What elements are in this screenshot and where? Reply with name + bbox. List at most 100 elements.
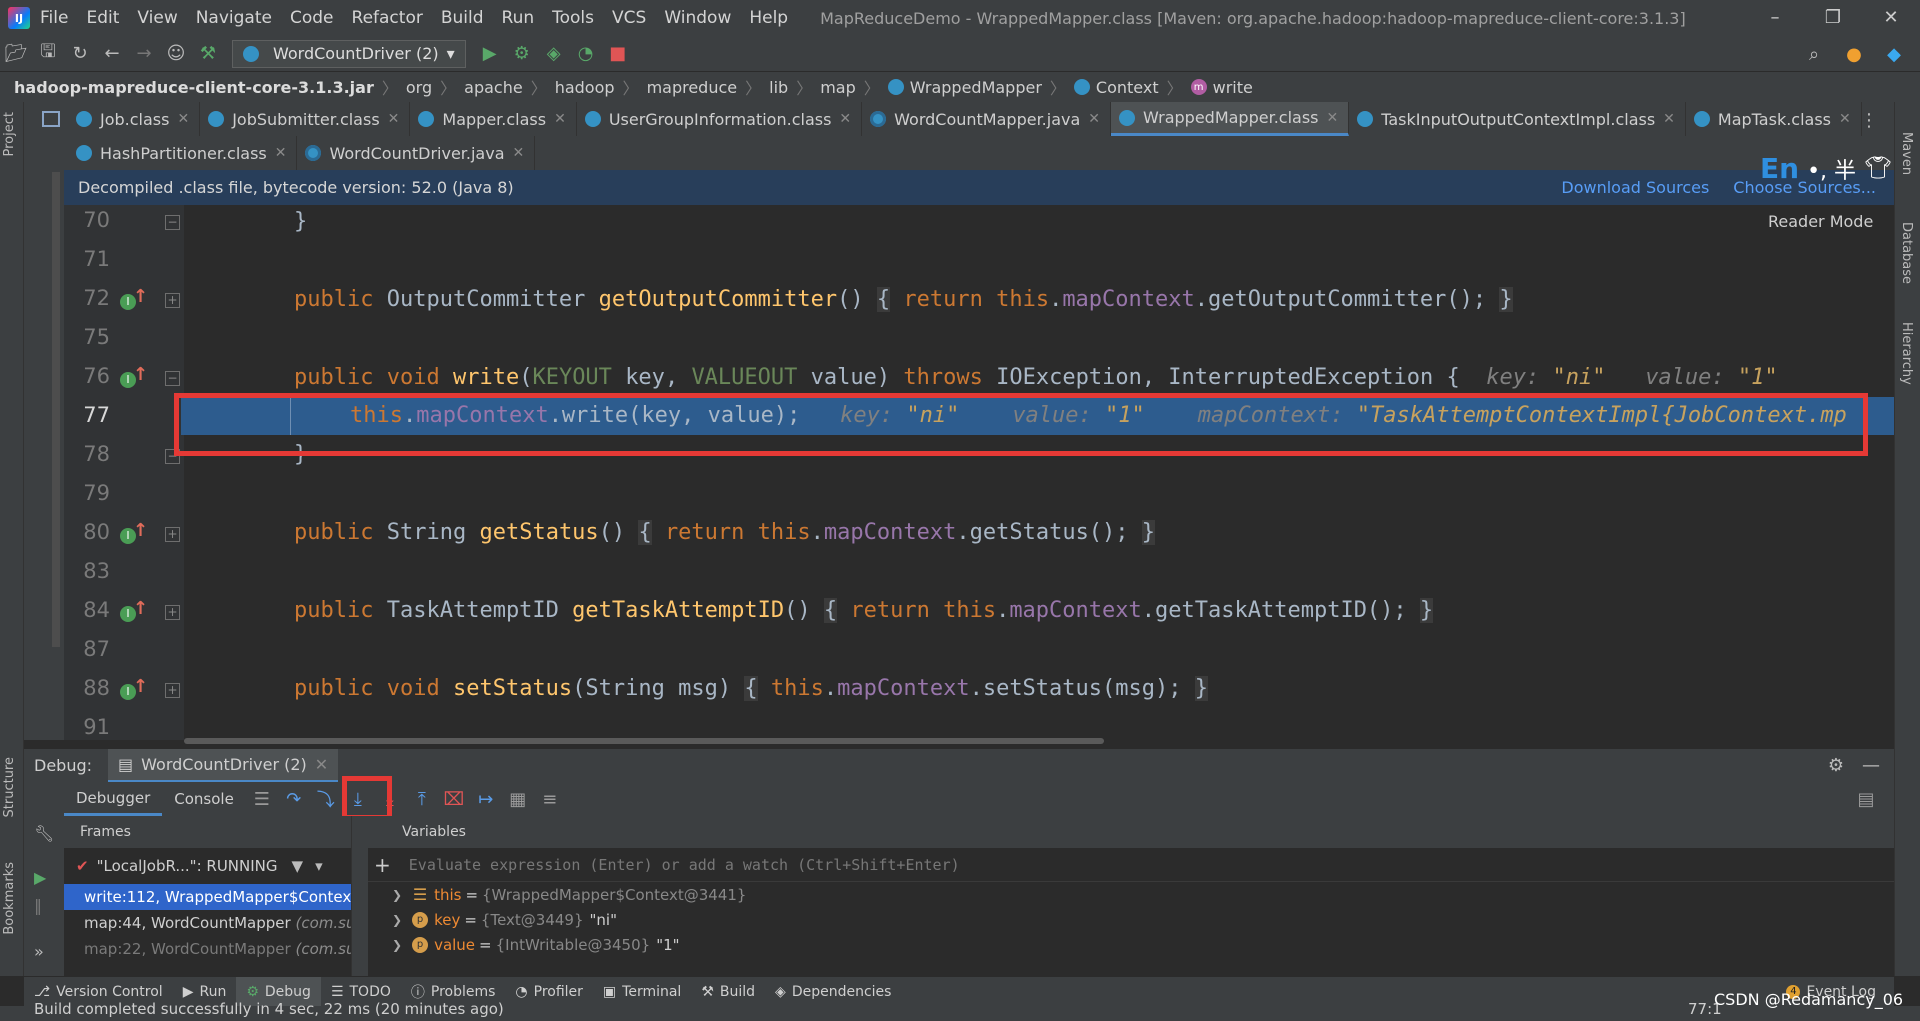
breadcrumb-package[interactable]: apache	[464, 78, 523, 97]
variable-row[interactable]: ❯ p key = {Text@3449} "ni"	[368, 907, 1894, 932]
menu-vcs[interactable]: VCS	[612, 8, 646, 28]
code-editor[interactable]: } public OutputCommitter getOutputCommit…	[184, 205, 1894, 740]
tab-wrappedmapper-class[interactable]: WrappedMapper.class ✕	[1111, 102, 1350, 136]
show-execution-point-icon[interactable]: ↷	[279, 785, 309, 813]
fold-marker[interactable]: +	[165, 293, 180, 308]
breadcrumb-package[interactable]: org	[406, 78, 432, 97]
close-tab-icon[interactable]: ✕	[1663, 111, 1675, 127]
forward-arrow-icon[interactable]: →	[130, 40, 158, 68]
menu-code[interactable]: Code	[290, 8, 334, 28]
fold-marker[interactable]: +	[165, 683, 180, 698]
close-tab-icon[interactable]: ✕	[388, 111, 400, 127]
add-watch-icon[interactable]: +	[374, 853, 391, 877]
trace-stream-icon[interactable]: ≡	[535, 785, 565, 813]
sync-icon[interactable]: ↻	[66, 40, 94, 68]
project-scrollbar[interactable]	[52, 172, 60, 647]
menu-refactor[interactable]: Refactor	[352, 8, 423, 28]
tool-dependencies[interactable]: ◈ Dependencies	[765, 977, 901, 1007]
project-tool-button[interactable]: Project	[2, 112, 17, 156]
chevron-down-icon[interactable]: ▾	[315, 857, 323, 875]
tab-usergroupinformation-class[interactable]: UserGroupInformation.class ✕	[577, 102, 863, 136]
restore-icon[interactable]: ❐	[1804, 0, 1862, 36]
update-icon[interactable]: ●	[1840, 40, 1868, 68]
breadcrumb-jar[interactable]: hadoop-mapreduce-client-core-3.1.3.jar	[14, 78, 374, 97]
resume-icon[interactable]: ▶	[34, 868, 46, 887]
tool-terminal[interactable]: ▣ Terminal	[593, 977, 691, 1007]
back-arrow-icon[interactable]: ←	[98, 40, 126, 68]
stack-frame[interactable]: write:112, WrappedMapper$Context	[64, 884, 351, 910]
menu-run[interactable]: Run	[502, 8, 535, 28]
close-tab-icon[interactable]: ✕	[275, 145, 287, 161]
stack-frame[interactable]: map:22, WordCountMapper (com.su	[64, 936, 351, 962]
menu-navigate[interactable]: Navigate	[196, 8, 272, 28]
tool-profiler[interactable]: ◔ Profiler	[505, 977, 593, 1007]
tab-wordcountdriver-java[interactable]: WordCountDriver.java ✕	[297, 136, 536, 170]
variable-row[interactable]: ❯ ☰ this = {WrappedMapper$Context@3441}	[368, 882, 1894, 907]
tab-hashpartitioner-class[interactable]: HashPartitioner.class ✕	[68, 136, 298, 170]
menu-build[interactable]: Build	[441, 8, 484, 28]
step-over-icon[interactable]: ⤵	[311, 785, 341, 813]
profile-icon[interactable]: ◔	[572, 40, 600, 68]
close-tab-icon[interactable]: ✕	[1839, 111, 1851, 127]
tab-mapper-class[interactable]: Mapper.class ✕	[410, 102, 577, 136]
hierarchy-tool-button[interactable]: Hierarchy	[1899, 322, 1914, 385]
breadcrumb-package[interactable]: mapreduce	[647, 78, 738, 97]
breadcrumb-package[interactable]: hadoop	[555, 78, 615, 97]
thread-select[interactable]: ✔ "LocalJobR...": RUNNING ▼ ▾	[64, 848, 351, 884]
tab-taskinputoutputcontextimpl-class[interactable]: TaskInputOutputContextImpl.class ✕	[1349, 102, 1686, 136]
overrides-arrow-icon[interactable]: ↑	[133, 598, 148, 619]
overrides-arrow-icon[interactable]: ↑	[133, 286, 148, 307]
fold-marker[interactable]: −	[165, 371, 180, 386]
breadcrumb-package[interactable]: map	[820, 78, 856, 97]
tab-console[interactable]: Console	[162, 782, 246, 816]
editor-horizontal-scrollbar[interactable]	[184, 738, 1104, 744]
menu-help[interactable]: Help	[749, 8, 788, 28]
expand-more-icon[interactable]: »	[34, 942, 44, 961]
run-icon[interactable]: ▶	[476, 40, 504, 68]
close-tab-icon[interactable]: ✕	[315, 755, 328, 774]
tab-debugger[interactable]: Debugger	[64, 782, 163, 816]
debug-icon[interactable]: ⚙	[508, 40, 536, 68]
show-frames-menu-icon[interactable]: ☰	[247, 785, 277, 813]
expand-arrow-icon[interactable]: ❯	[392, 938, 402, 952]
coverage-icon[interactable]: ◈	[540, 40, 568, 68]
evaluate-expression-input[interactable]: + Evaluate expression (Enter) or add a w…	[368, 848, 1894, 882]
tab-job-class[interactable]: Job.class ✕	[68, 102, 201, 136]
structure-tool-button[interactable]: Structure	[2, 757, 17, 817]
minimize-icon[interactable]: –	[1746, 0, 1804, 36]
close-icon[interactable]: ✕	[1862, 0, 1920, 36]
save-all-icon[interactable]: 🖫︎	[34, 40, 62, 68]
step-out-icon[interactable]: ⤒	[407, 785, 437, 813]
breadcrumb-class[interactable]: WrappedMapper	[887, 78, 1042, 97]
evaluate-expression-icon[interactable]: ▦	[503, 785, 533, 813]
menu-edit[interactable]: Edit	[86, 8, 119, 28]
drop-frame-icon[interactable]: ⌧	[439, 785, 469, 813]
frames-scrollbar[interactable]	[352, 816, 368, 976]
expand-arrow-icon[interactable]: ❯	[392, 888, 402, 902]
close-tab-icon[interactable]: ✕	[1088, 111, 1100, 127]
bookmarks-tool-button[interactable]: Bookmarks	[2, 862, 17, 935]
overrides-arrow-icon[interactable]: ↑	[133, 364, 148, 385]
expand-arrow-icon[interactable]: ❯	[392, 913, 402, 927]
toolbox-icon[interactable]: ◆	[1880, 40, 1908, 68]
tab-maptask-class[interactable]: MapTask.class ✕	[1686, 102, 1862, 136]
tab-jobsubmitter-class[interactable]: JobSubmitter.class ✕	[200, 102, 411, 136]
overrides-arrow-icon[interactable]: ↑	[133, 676, 148, 697]
menu-tools[interactable]: Tools	[552, 8, 594, 28]
close-tab-icon[interactable]: ✕	[177, 111, 189, 127]
stop-icon[interactable]: ■	[604, 40, 632, 68]
layout-settings-icon[interactable]: ▤	[1851, 785, 1881, 813]
menu-view[interactable]: View	[137, 8, 177, 28]
close-tab-icon[interactable]: ✕	[513, 145, 525, 161]
build-hammer-icon[interactable]: ⚒	[194, 40, 222, 68]
overrides-arrow-icon[interactable]: ↑	[133, 520, 148, 541]
tool-build[interactable]: ⚒ Build	[691, 977, 765, 1007]
open-folder-icon[interactable]: 📂︎	[2, 40, 30, 68]
breadcrumb-package[interactable]: lib	[769, 78, 788, 97]
hide-panel-icon[interactable]: —	[1862, 755, 1880, 776]
maven-tool-button[interactable]: Maven	[1899, 132, 1914, 175]
debug-session-tab[interactable]: ▤ WordCountDriver (2) ✕	[108, 748, 339, 783]
reader-mode-toggle[interactable]: Reader Mode	[1768, 212, 1873, 231]
fold-marker[interactable]: +	[165, 605, 180, 620]
fold-marker[interactable]: −	[165, 215, 180, 230]
